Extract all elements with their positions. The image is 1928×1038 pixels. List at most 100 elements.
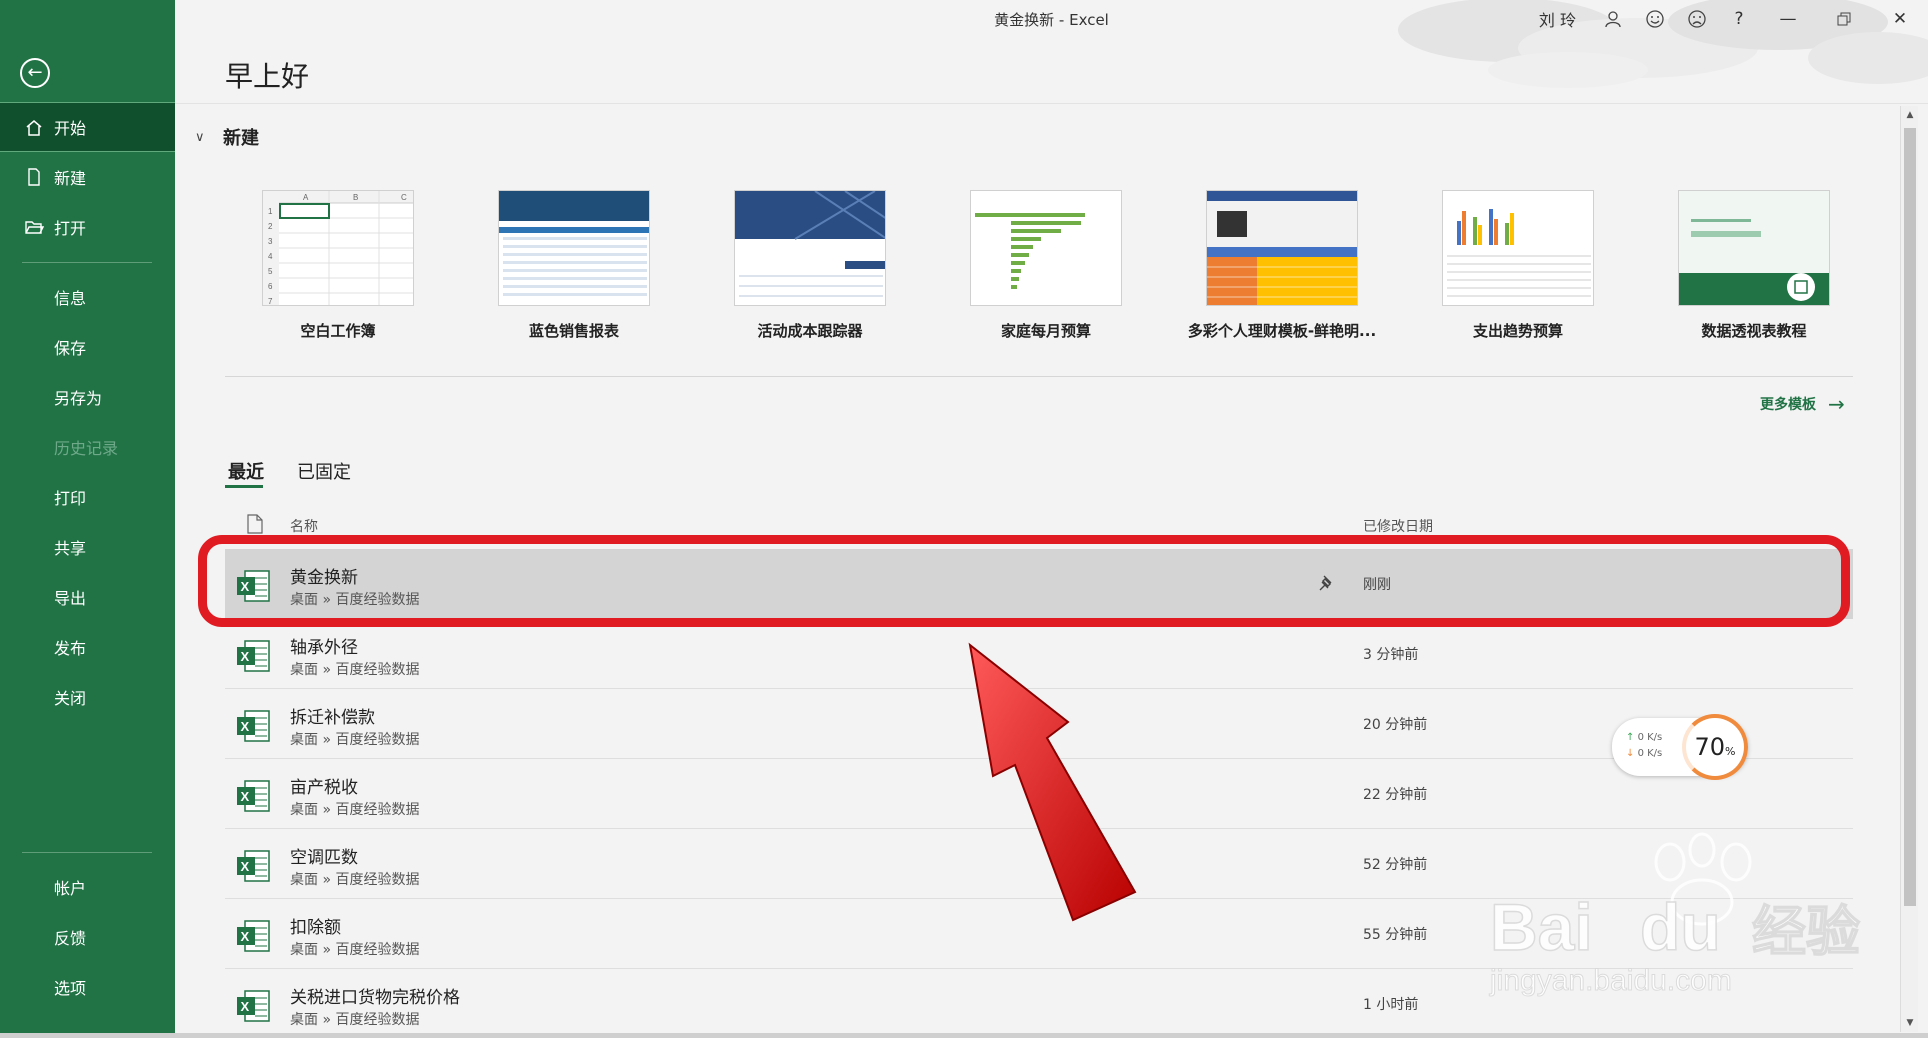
frown-feedback-icon[interactable]	[1676, 0, 1718, 38]
template-thumbnail	[498, 190, 650, 306]
column-header-name[interactable]: 名称	[290, 516, 318, 536]
file-row[interactable]: X 黄金换新 桌面 » 百度经验数据 刚刚	[225, 549, 1853, 619]
template-pivot-table-tutorial[interactable]: 数据透视表教程	[1678, 190, 1830, 341]
file-row[interactable]: X 轴承外径 桌面 » 百度经验数据 3 分钟前	[225, 619, 1853, 689]
template-thumbnail	[970, 190, 1122, 306]
file-row[interactable]: X 关税进口货物完税价格 桌面 » 百度经验数据 1 小时前	[225, 969, 1853, 1038]
file-modified-date: 3 分钟前	[1363, 647, 1419, 663]
help-icon[interactable]: ?	[1718, 0, 1760, 38]
file-path: 桌面 » 百度经验数据	[290, 1012, 420, 1028]
svg-text:2: 2	[268, 222, 273, 231]
file-path: 桌面 » 百度经验数据	[290, 662, 420, 678]
sidebar-item-options[interactable]: 选项	[0, 962, 175, 1012]
sidebar-item-home[interactable]: 开始	[0, 102, 175, 152]
sidebar-item-label: 导出	[54, 589, 87, 608]
file-modified-date: 刚刚	[1363, 577, 1391, 593]
sidebar-item-export[interactable]: 导出	[0, 572, 175, 622]
sidebar-item-print[interactable]: 打印	[0, 472, 175, 522]
file-path: 桌面 » 百度经验数据	[290, 942, 420, 958]
pin-icon[interactable]	[1317, 573, 1337, 593]
arrow-up-icon: ↑	[1626, 732, 1635, 743]
sidebar-item-new[interactable]: 新建	[0, 152, 175, 202]
vertical-scrollbar[interactable]: ▲ ▼	[1900, 106, 1918, 1032]
template-colorful-personal-finance[interactable]: 多彩个人理财模板-鲜艳明...	[1188, 190, 1376, 341]
sidebar-item-account[interactable]: 帐户	[0, 862, 175, 912]
svg-text:C: C	[401, 193, 407, 202]
sidebar-item-label: 历史记录	[54, 439, 119, 458]
upload-speed: ↑ 0 K/s	[1626, 732, 1662, 743]
file-path: 桌面 » 百度经验数据	[290, 872, 420, 888]
excel-file-icon: X	[237, 780, 270, 812]
sidebar-item-save-as[interactable]: 另存为	[0, 372, 175, 422]
template-family-monthly-budget[interactable]: 家庭每月预算	[970, 190, 1122, 341]
sidebar-item-publish[interactable]: 发布	[0, 622, 175, 672]
minimize-icon[interactable]: —	[1760, 0, 1816, 38]
sidebar-item-open[interactable]: 打开	[0, 202, 175, 252]
svg-text:3: 3	[268, 237, 273, 246]
svg-text:X: X	[241, 999, 250, 1014]
file-row[interactable]: X 扣除额 桌面 » 百度经验数据 55 分钟前	[225, 899, 1853, 969]
file-row[interactable]: X 拆迁补偿款 桌面 » 百度经验数据 20 分钟前	[225, 689, 1853, 759]
sidebar-item-info[interactable]: 信息	[0, 272, 175, 322]
template-thumbnail: A B C 1 2 3 4 5 6 7	[262, 190, 414, 306]
more-templates-link[interactable]: 更多模板 →	[1760, 392, 1845, 416]
template-label: 空白工作簿	[300, 322, 376, 340]
file-row[interactable]: X 亩产税收 桌面 » 百度经验数据 22 分钟前	[225, 759, 1853, 829]
file-name: 拆迁补偿款	[290, 708, 375, 728]
file-name: 轴承外径	[290, 638, 358, 658]
template-blank-workbook[interactable]: A B C 1 2 3 4 5 6 7 空白工作簿	[262, 190, 414, 341]
file-name: 扣除额	[290, 918, 341, 938]
sidebar-item-share[interactable]: 共享	[0, 522, 175, 572]
title-bar: 黄金换新 - Excel 刘 玲 ? — ✕	[175, 0, 1928, 38]
file-path: 桌面 » 百度经验数据	[290, 732, 420, 748]
smile-feedback-icon[interactable]	[1634, 0, 1676, 38]
svg-text:X: X	[241, 719, 250, 734]
excel-file-icon: X	[237, 920, 270, 952]
file-row[interactable]: X 空调匹数 桌面 » 百度经验数据 52 分钟前	[225, 829, 1853, 899]
scroll-up-arrow-icon[interactable]: ▲	[1902, 106, 1918, 124]
template-label: 数据透视表教程	[1701, 322, 1807, 340]
section-divider	[225, 376, 1853, 377]
template-blue-sales-report[interactable]: 蓝色销售报表	[498, 190, 650, 341]
sidebar-item-close[interactable]: 关闭	[0, 672, 175, 722]
column-header-modified[interactable]: 已修改日期	[1363, 516, 1433, 536]
sidebar-item-feedback[interactable]: 反馈	[0, 912, 175, 962]
tab-recent[interactable]: 最近	[228, 458, 264, 484]
horizontal-scrollbar[interactable]	[0, 1033, 1928, 1038]
excel-file-icon: X	[237, 640, 270, 672]
sidebar-item-label: 信息	[54, 289, 87, 308]
new-section-header[interactable]: ∨ 新建	[195, 124, 259, 150]
template-event-cost-tracker[interactable]: 活动成本跟踪器	[734, 190, 886, 341]
tab-pinned[interactable]: 已固定	[297, 458, 351, 484]
new-document-icon	[28, 168, 40, 186]
close-icon[interactable]: ✕	[1872, 0, 1928, 38]
svg-text:B: B	[353, 193, 358, 202]
sidebar-item-label: 保存	[54, 339, 87, 358]
sidebar-item-label: 共享	[54, 539, 87, 558]
template-expense-trend-budget[interactable]: 支出趋势预算	[1442, 190, 1594, 341]
scroll-down-arrow-icon[interactable]: ▼	[1902, 1014, 1918, 1032]
sidebar-item-label: 另存为	[54, 389, 103, 408]
more-templates-label: 更多模板	[1760, 397, 1816, 413]
header-divider	[175, 103, 1928, 104]
network-speed-widget[interactable]: ↑ 0 K/s ↓ 0 K/s 70%	[1612, 714, 1748, 780]
template-label: 支出趋势预算	[1472, 322, 1563, 340]
template-thumbnail	[1678, 190, 1830, 306]
title-bar-controls: 刘 玲 ? — ✕	[1539, 0, 1928, 38]
file-path: 桌面 » 百度经验数据	[290, 802, 420, 818]
template-label: 蓝色销售报表	[528, 322, 619, 340]
scrollbar-thumb[interactable]	[1904, 128, 1916, 906]
folder-open-icon	[25, 221, 44, 234]
user-avatar-icon[interactable]	[1592, 0, 1634, 38]
download-speed-value: 0 K/s	[1637, 748, 1663, 759]
back-arrow-icon[interactable]: ←	[20, 58, 50, 88]
svg-text:A: A	[303, 193, 309, 202]
sidebar-item-label: 发布	[54, 639, 87, 658]
chevron-down-icon: ∨	[195, 129, 205, 145]
tab-active-indicator	[225, 485, 263, 488]
sidebar-item-save[interactable]: 保存	[0, 322, 175, 372]
user-name[interactable]: 刘 玲	[1539, 7, 1576, 31]
sidebar-item-label: 反馈	[54, 929, 87, 948]
file-name: 关税进口货物完税价格	[290, 988, 460, 1008]
restore-icon[interactable]	[1816, 0, 1872, 38]
